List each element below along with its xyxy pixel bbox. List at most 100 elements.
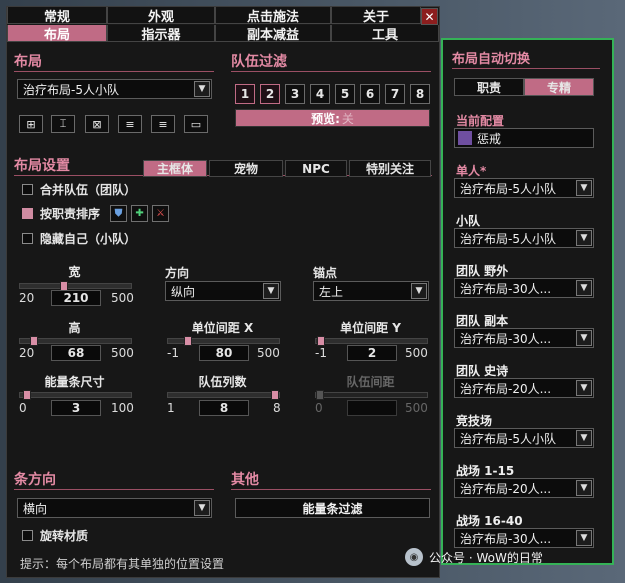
subtab-pets[interactable]: 宠物 bbox=[209, 160, 283, 177]
sort-by-role-label: 按职责排序 bbox=[40, 207, 101, 221]
rename-icon[interactable]: ⌶ bbox=[51, 115, 75, 133]
merge-groups-option: 合并队伍（团队） bbox=[22, 181, 136, 198]
width-min: 20 bbox=[19, 291, 35, 305]
tab-layouts[interactable]: 布局 bbox=[7, 25, 107, 43]
import-icon[interactable]: ≡ bbox=[118, 115, 142, 133]
spacing-y-value[interactable]: 2 bbox=[347, 345, 397, 361]
auto-switch-layout-dropdown[interactable]: 治疗布局-5人小队 ▼ bbox=[454, 178, 594, 198]
power-filter-button[interactable]: 能量条过滤 bbox=[235, 498, 430, 518]
group-columns-min: 1 bbox=[167, 401, 175, 415]
group-spacing-slider bbox=[315, 390, 428, 400]
slider-thumb[interactable] bbox=[30, 336, 38, 346]
sort-by-role-checkbox[interactable] bbox=[22, 208, 33, 219]
chevron-down-icon: ▼ bbox=[576, 380, 592, 396]
auto-switch-layout-dropdown[interactable]: 治疗布局-30人... ▼ bbox=[454, 328, 594, 348]
power-size-max: 100 bbox=[111, 401, 134, 415]
settings-panel: 常规 外观 点击施法 关于 ✕ 布局 指示器 副本减益 工具 布局 治疗布局-5… bbox=[6, 6, 440, 578]
orientation-dropdown[interactable]: 纵向 ▼ bbox=[165, 281, 281, 301]
auto-switch-row-label: 团队 野外 bbox=[456, 264, 509, 278]
anchor-dropdown[interactable]: 左上 ▼ bbox=[313, 281, 429, 301]
height-slider[interactable] bbox=[19, 336, 132, 346]
rotate-texture-checkbox[interactable] bbox=[22, 530, 33, 541]
width-value[interactable]: 210 bbox=[51, 290, 101, 306]
group-8-button[interactable]: 8 bbox=[410, 84, 430, 104]
dps-role-icon[interactable]: ⚔ bbox=[152, 205, 170, 222]
preview-button[interactable]: 预览: 关 bbox=[235, 109, 430, 127]
group-columns-value[interactable]: 8 bbox=[199, 400, 249, 416]
share-icon[interactable]: ▭ bbox=[184, 115, 208, 133]
subtab-npc[interactable]: NPC bbox=[285, 160, 347, 177]
slider-thumb[interactable] bbox=[271, 390, 279, 400]
power-size-value[interactable]: 3 bbox=[51, 400, 101, 416]
tab-tools[interactable]: 工具 bbox=[331, 25, 439, 43]
divider bbox=[14, 489, 214, 490]
group-4-button[interactable]: 4 bbox=[310, 84, 330, 104]
group-6-button[interactable]: 6 bbox=[360, 84, 380, 104]
tab-general[interactable]: 常规 bbox=[7, 7, 107, 25]
merge-groups-checkbox[interactable] bbox=[22, 184, 33, 195]
tab-appearance[interactable]: 外观 bbox=[107, 7, 215, 25]
subtab-spotlight[interactable]: 特别关注 bbox=[349, 160, 431, 177]
chevron-down-icon: ▼ bbox=[576, 330, 592, 346]
healer-role-icon[interactable]: ✚ bbox=[131, 205, 149, 222]
group-spacing-value bbox=[347, 400, 397, 416]
power-size-label: 能量条尺寸 bbox=[44, 375, 105, 389]
height-label: 高 bbox=[68, 321, 81, 335]
auto-switch-layout-value: 治疗布局-30人... bbox=[460, 281, 552, 296]
group-columns-slider[interactable] bbox=[167, 390, 280, 400]
group-3-button[interactable]: 3 bbox=[285, 84, 305, 104]
spacing-x-max: 500 bbox=[257, 346, 280, 360]
tab-row-bottom: 布局 指示器 副本减益 工具 bbox=[7, 25, 439, 43]
spacing-x-label: 单位间距 X bbox=[191, 321, 254, 335]
auto-switch-layout-value: 治疗布局-30人... bbox=[460, 531, 552, 546]
toggle-spec[interactable]: 专精 bbox=[524, 78, 594, 96]
anchor-label: 锚点 bbox=[313, 266, 338, 280]
spacing-x-value[interactable]: 80 bbox=[199, 345, 249, 361]
toggle-role[interactable]: 职责 bbox=[454, 78, 524, 96]
spacing-x-slider[interactable] bbox=[167, 336, 280, 346]
auto-switch-layout-value: 治疗布局-20人... bbox=[460, 381, 552, 396]
group-7-button[interactable]: 7 bbox=[385, 84, 405, 104]
auto-switch-layout-value: 治疗布局-5人小队 bbox=[460, 181, 556, 196]
spacing-y-slider[interactable] bbox=[315, 336, 428, 346]
close-button[interactable]: ✕ bbox=[421, 8, 438, 25]
width-max: 500 bbox=[111, 291, 134, 305]
group-filter-title: 队伍过滤 bbox=[231, 54, 287, 70]
bar-orientation-value: 横向 bbox=[23, 501, 48, 516]
bar-orientation-dropdown[interactable]: 横向 ▼ bbox=[17, 498, 212, 518]
anchor-value: 左上 bbox=[319, 284, 344, 299]
group-2-button[interactable]: 2 bbox=[260, 84, 280, 104]
auto-switch-layout-dropdown[interactable]: 治疗布局-5人小队 ▼ bbox=[454, 428, 594, 448]
group-5-button[interactable]: 5 bbox=[335, 84, 355, 104]
layout-dropdown-value: 治疗布局-5人小队 bbox=[23, 82, 119, 97]
auto-switch-layout-dropdown[interactable]: 治疗布局-30人... ▼ bbox=[454, 278, 594, 298]
tab-row-top: 常规 外观 点击施法 关于 bbox=[7, 7, 421, 25]
tab-click-casting[interactable]: 点击施法 bbox=[215, 7, 331, 25]
sort-by-role-option: 按职责排序 ⛊ ✚ ⚔ bbox=[22, 205, 170, 222]
power-size-slider[interactable] bbox=[19, 390, 132, 400]
tank-role-icon[interactable]: ⛊ bbox=[110, 205, 128, 222]
layout-dropdown[interactable]: 治疗布局-5人小队 ▼ bbox=[17, 79, 212, 99]
slider-thumb[interactable] bbox=[23, 390, 31, 400]
tab-raid-debuffs[interactable]: 副本减益 bbox=[215, 25, 331, 43]
group-spacing-max: 500 bbox=[405, 401, 428, 415]
auto-switch-layout-dropdown[interactable]: 治疗布局-20人... ▼ bbox=[454, 378, 594, 398]
hide-self-checkbox[interactable] bbox=[22, 233, 33, 244]
auto-switch-layout-dropdown[interactable]: 治疗布局-20人... ▼ bbox=[454, 478, 594, 498]
new-layout-icon[interactable]: ⊞ bbox=[19, 115, 43, 133]
width-slider[interactable] bbox=[19, 281, 132, 291]
subtab-main-frame[interactable]: 主框体 bbox=[143, 160, 207, 177]
export-icon[interactable]: ≡ bbox=[151, 115, 175, 133]
auto-switch-layout-dropdown[interactable]: 治疗布局-5人小队 ▼ bbox=[454, 228, 594, 248]
delete-icon[interactable]: ⊠ bbox=[85, 115, 109, 133]
tab-indicators[interactable]: 指示器 bbox=[107, 25, 215, 43]
auto-switch-layout-dropdown[interactable]: 治疗布局-30人... ▼ bbox=[454, 528, 594, 548]
chevron-down-icon: ▼ bbox=[576, 280, 592, 296]
auto-switch-row-label: 战场 16-40 bbox=[456, 514, 523, 528]
slider-thumb[interactable] bbox=[184, 336, 192, 346]
group-1-button[interactable]: 1 bbox=[235, 84, 255, 104]
slider-thumb[interactable] bbox=[317, 336, 325, 346]
height-value[interactable]: 68 bbox=[51, 345, 101, 361]
tab-about[interactable]: 关于 bbox=[331, 7, 421, 25]
watermark-text: 公众号 · WoW的日常 bbox=[429, 550, 543, 565]
